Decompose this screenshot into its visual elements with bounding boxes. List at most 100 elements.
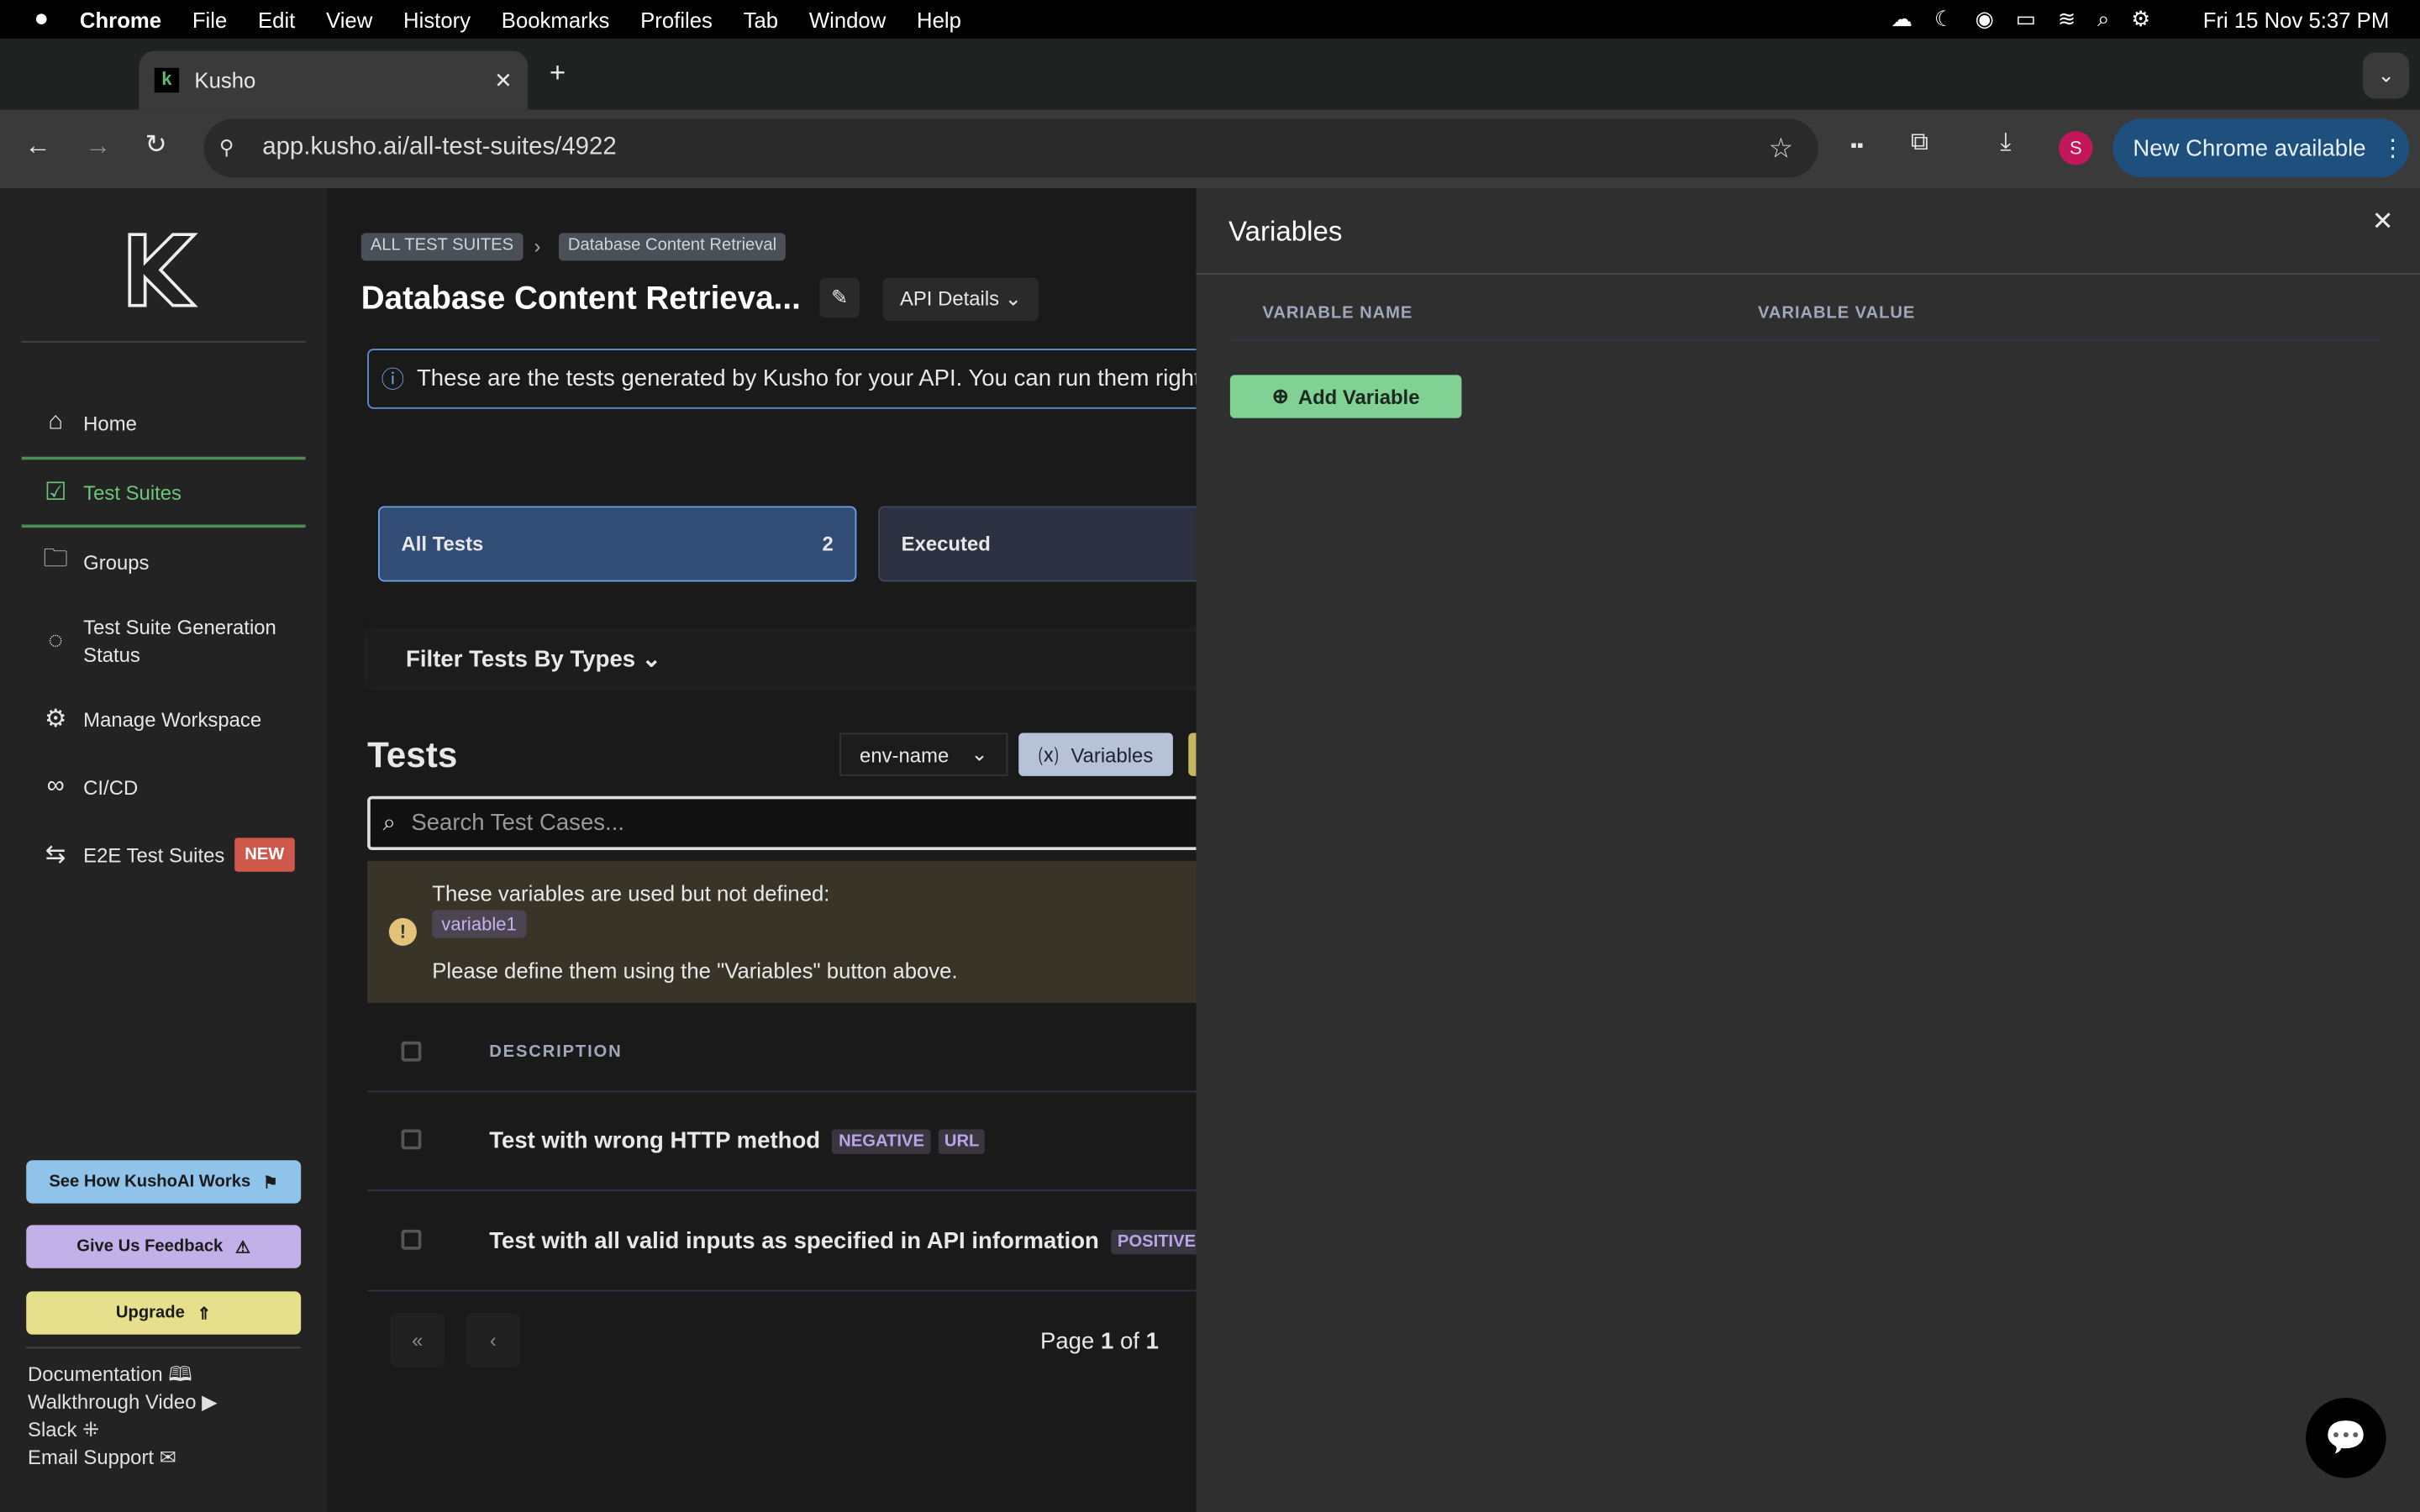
mail-icon: ✉ xyxy=(159,1446,176,1469)
table-row[interactable]: Test with all valid inputs as specified … xyxy=(367,1193,1197,1292)
sidebar-item-label: E2E Test Suites xyxy=(83,843,225,867)
browser-tab[interactable]: k Kusho ✕ xyxy=(139,50,529,110)
kusho-logo xyxy=(124,228,201,312)
edit-title-button[interactable]: ✎ xyxy=(819,277,860,318)
menu-view[interactable]: View xyxy=(326,7,372,31)
bookmark-star-icon[interactable]: ☆ xyxy=(1769,132,1794,165)
menu-profiles[interactable]: Profiles xyxy=(640,7,713,31)
sidebar: ⌂ Home ☑ Test Suites 🗀 Groups ◌ Test Suite G… xyxy=(0,188,328,1512)
address-bar[interactable]: ⚲ app.kusho.ai/all-test-suites/4922 ☆ xyxy=(203,118,1818,178)
sidebar-item-home[interactable]: ⌂ Home xyxy=(22,404,306,441)
main-content: ALL TEST SUITES › Database Content Retri… xyxy=(327,188,1197,1512)
new-tab-icon[interactable]: + xyxy=(550,57,566,90)
warning-text: These variables are used but not defined… xyxy=(432,880,830,906)
profile-avatar[interactable]: S xyxy=(2059,131,2093,165)
sidebar-item-manage-workspace[interactable]: ⚙ Manage Workspace xyxy=(22,701,306,738)
download-icon[interactable]: ⤓ xyxy=(2000,129,2011,157)
search-input[interactable]: ⌕ Search Test Cases... xyxy=(367,795,1197,851)
upgrade-arrows-icon: ⇑ xyxy=(197,1304,212,1323)
sidebar-item-label: Test Suites xyxy=(83,480,182,504)
chat-support-button[interactable]: 💬 xyxy=(2306,1398,2386,1478)
page-indicator: Page 1 of 1 xyxy=(1039,1328,1159,1355)
close-tab-icon[interactable]: ✕ xyxy=(494,67,513,93)
menu-chrome[interactable]: Chrome xyxy=(80,7,161,31)
see-how-button[interactable]: See How KushoAI Works ⚑ xyxy=(26,1160,302,1204)
upgrade-button[interactable]: Upgrade ⇑ xyxy=(26,1291,302,1335)
forward-icon[interactable]: → xyxy=(85,131,111,162)
tab-title: Kusho xyxy=(194,67,256,93)
menu-window[interactable]: Window xyxy=(809,7,886,31)
table-row[interactable]: Test with wrong HTTP method NEGATIVE URL xyxy=(367,1092,1197,1191)
variable-chip: variable1 xyxy=(432,910,526,938)
macos-menubar: ● Chrome File Edit View History Bookmark… xyxy=(0,0,2420,39)
chevron-down-icon: ⌄ xyxy=(971,742,988,766)
info-icon: ⓘ xyxy=(381,367,405,394)
tab-all-tests[interactable]: All Tests 2 xyxy=(377,506,857,582)
divider xyxy=(26,1347,302,1349)
extensions-puzzle-icon[interactable]: ⧉ xyxy=(1911,129,1928,157)
new-chrome-button[interactable]: New Chrome available ⋮ xyxy=(2112,118,2410,178)
first-page-button[interactable]: « xyxy=(390,1313,445,1368)
tab-strip: k Kusho ✕ + ⌄ xyxy=(0,38,2420,110)
sidebar-item-generation-status[interactable]: ◌ Test Suite Generation Status xyxy=(22,611,306,672)
sidebar-item-label: Test Suite Generation Status xyxy=(83,615,276,667)
sidebar-item-label: Home xyxy=(83,411,137,435)
feedback-button[interactable]: Give Us Feedback ⚠ xyxy=(26,1225,302,1268)
breadcrumb-separator: › xyxy=(534,234,541,258)
infinity-icon: ∞ xyxy=(46,773,65,800)
breadcrumb-all-suites[interactable]: ALL TEST SUITES xyxy=(360,233,523,261)
menu-bookmarks[interactable]: Bookmarks xyxy=(502,7,610,31)
tag-badge: URL xyxy=(938,1128,986,1153)
email-support-link[interactable]: Email Support ✉ xyxy=(28,1446,176,1470)
env-select[interactable]: env-name ⌄ xyxy=(839,732,1008,776)
menu-tab[interactable]: Tab xyxy=(744,7,778,31)
row-checkbox[interactable] xyxy=(401,1229,422,1250)
api-details-button[interactable]: API Details ⌄ xyxy=(882,277,1039,322)
new-badge: NEW xyxy=(234,837,296,872)
menu-edit[interactable]: Edit xyxy=(258,7,295,31)
tab-search-icon[interactable]: ⌄ xyxy=(2363,52,2410,99)
page-title: Database Content Retrieva... xyxy=(360,281,801,317)
tests-table: DESCRIPTION Test with wrong HTTP method N… xyxy=(367,1003,1197,1292)
url-text: app.kusho.ai/all-test-suites/4922 xyxy=(262,134,617,161)
status-icons[interactable]: ☁☾◉▭≋⌕⚙ xyxy=(1891,6,2172,32)
more-icon: ⋮ xyxy=(2381,135,2405,162)
swap-icon: ⇆ xyxy=(45,842,66,869)
apple-icon[interactable]: ● xyxy=(34,5,49,33)
warning-instructions: Please define them using the "Variables"… xyxy=(432,958,958,983)
home-icon: ⌂ xyxy=(48,408,63,435)
tab-executed[interactable]: Executed xyxy=(878,506,1197,582)
sidebar-item-cicd[interactable]: ∞ CI/CD xyxy=(22,769,306,806)
see-how-label: See How KushoAI Works xyxy=(49,1172,251,1191)
extension-icon[interactable]: ▪▪ xyxy=(1850,134,1864,156)
sidebar-item-label: Groups xyxy=(83,549,150,574)
prev-page-button[interactable]: ‹ xyxy=(466,1313,520,1368)
add-variable-button[interactable]: ⊕ Add Variable xyxy=(1229,375,1462,418)
clock[interactable]: Fri 15 Nov 5:37 PM xyxy=(2203,7,2390,31)
breadcrumb-current[interactable]: Database Content Retrieval xyxy=(558,233,786,261)
column-header-description: DESCRIPTION xyxy=(489,1042,623,1062)
undefined-variables-warning: ! These variables are used but not defin… xyxy=(367,860,1197,1003)
variables-button[interactable]: ⒳ Variables xyxy=(1018,732,1173,776)
sidebar-item-groups[interactable]: 🗀 Groups xyxy=(22,543,306,580)
site-info-icon[interactable]: ⚲ xyxy=(219,136,234,160)
browser-toolbar: ← → ↻ ⚲ app.kusho.ai/all-test-suites/492… xyxy=(0,109,2420,189)
more-toolbar-button[interactable] xyxy=(1188,732,1197,776)
sidebar-item-e2e[interactable]: ⇆ E2E Test Suites NEW xyxy=(22,837,306,874)
sidebar-item-test-suites[interactable]: ☑ Test Suites xyxy=(21,456,306,528)
tests-heading: Tests xyxy=(367,734,458,775)
menu-history[interactable]: History xyxy=(403,7,471,31)
walkthrough-link[interactable]: Walkthrough Video ▶ xyxy=(28,1390,217,1415)
menu-file[interactable]: File xyxy=(192,7,227,31)
row-checkbox[interactable] xyxy=(401,1129,422,1150)
checkered-flag-icon: ⚑ xyxy=(262,1173,279,1192)
filter-tests-dropdown[interactable]: Filter Tests By Types ⌄ xyxy=(367,631,1197,687)
slack-icon: ⁜ xyxy=(82,1417,100,1441)
back-icon[interactable]: ← xyxy=(24,131,50,162)
divider xyxy=(1196,273,2420,275)
reload-icon[interactable]: ↻ xyxy=(145,129,167,160)
menu-help[interactable]: Help xyxy=(917,7,961,31)
close-icon[interactable]: ✕ xyxy=(2372,207,2394,238)
slack-link[interactable]: Slack ⁜ xyxy=(28,1418,99,1442)
select-all-checkbox[interactable] xyxy=(401,1041,422,1062)
